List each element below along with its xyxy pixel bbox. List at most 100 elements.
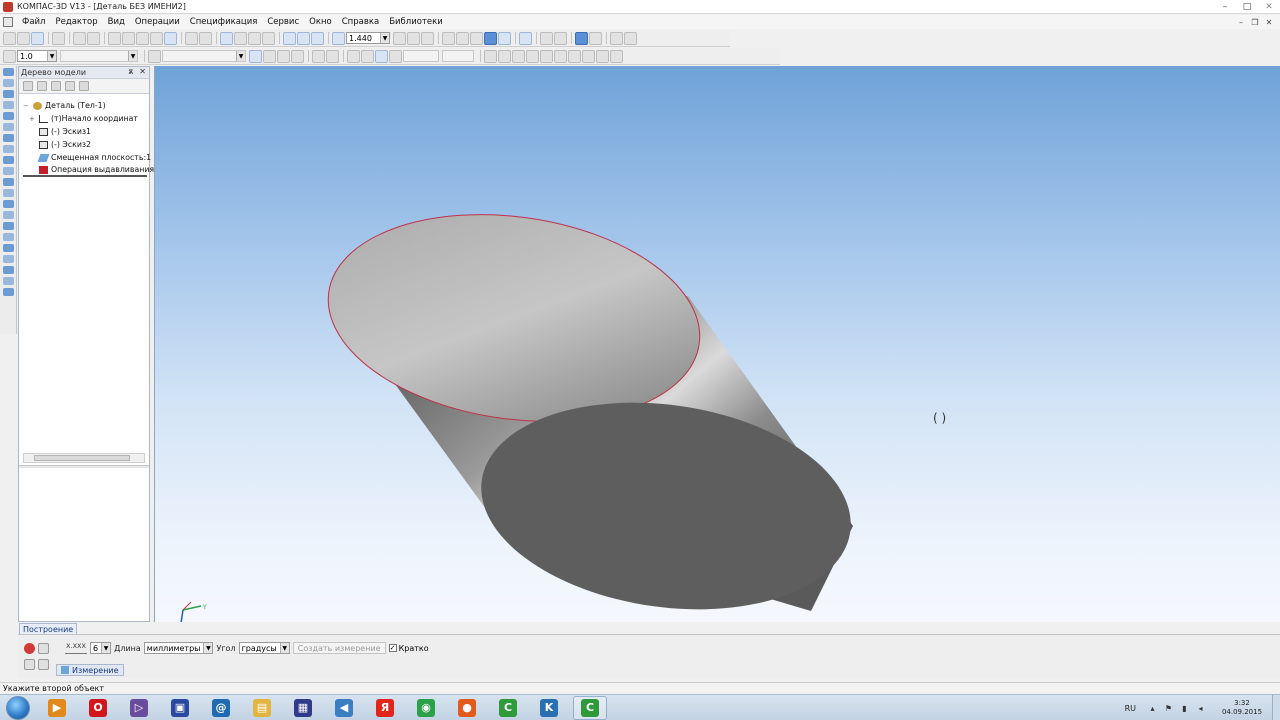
taskbar-app-button[interactable]: ● bbox=[450, 696, 484, 720]
taskbar-app-button[interactable]: Я bbox=[368, 696, 402, 720]
ortho-icon[interactable] bbox=[498, 49, 511, 63]
orientation-plane-icon[interactable] bbox=[249, 49, 262, 63]
menu-service[interactable]: Сервис bbox=[262, 17, 304, 27]
aux-geometry-icon[interactable] bbox=[3, 112, 14, 120]
snap-grid-icon[interactable] bbox=[540, 49, 553, 63]
halftone-edges-icon[interactable] bbox=[498, 31, 511, 45]
panel-divider[interactable] bbox=[19, 465, 149, 468]
menu-view[interactable]: Вид bbox=[103, 17, 130, 27]
taskbar-app-button[interactable]: ◀ bbox=[327, 696, 361, 720]
menu-editor[interactable]: Редактор bbox=[50, 17, 102, 27]
sheet-metal-icon[interactable] bbox=[3, 123, 14, 131]
scrollbar-thumb[interactable] bbox=[34, 455, 130, 461]
menu-operations[interactable]: Операции bbox=[130, 17, 185, 27]
start-button[interactable] bbox=[6, 695, 30, 720]
stop-icon[interactable] bbox=[24, 642, 35, 654]
taskbar-app-button[interactable]: ▤ bbox=[245, 696, 279, 720]
flag-icon[interactable]: ⚑ bbox=[1164, 704, 1173, 713]
thin-lines-icon[interactable] bbox=[470, 31, 483, 45]
coord-x-field[interactable] bbox=[403, 50, 439, 62]
preview-icon[interactable] bbox=[73, 31, 86, 45]
tracking-icon[interactable] bbox=[554, 49, 567, 63]
symbol-icon[interactable] bbox=[375, 49, 388, 63]
hidden-lines-icon[interactable] bbox=[456, 31, 469, 45]
print-icon[interactable] bbox=[52, 31, 65, 45]
menu-specification[interactable]: Спецификация bbox=[185, 17, 263, 27]
tree-node-part[interactable]: − Деталь (Тел-1) bbox=[23, 99, 149, 112]
zoom-dynamic-icon[interactable] bbox=[332, 31, 345, 45]
piping-icon[interactable] bbox=[3, 222, 14, 230]
taskbar-app-button[interactable]: @ bbox=[204, 696, 238, 720]
grid-icon[interactable] bbox=[610, 31, 623, 45]
menu-help[interactable]: Справка bbox=[337, 17, 384, 27]
measure-tools-icon[interactable] bbox=[3, 178, 14, 186]
save-icon[interactable] bbox=[31, 31, 44, 45]
reports-icon[interactable] bbox=[3, 156, 14, 164]
taskbar-app-button[interactable]: ▷ bbox=[122, 696, 156, 720]
surfaces-icon[interactable] bbox=[3, 90, 14, 98]
chevron-down-icon[interactable]: ▼ bbox=[380, 33, 389, 43]
layer-icon[interactable] bbox=[148, 49, 161, 63]
taskbar-app-button[interactable]: ▦ bbox=[286, 696, 320, 720]
tree-fix-icon[interactable] bbox=[51, 81, 61, 91]
edit-part-icon[interactable] bbox=[3, 68, 14, 76]
tree-horizontal-scrollbar[interactable] bbox=[23, 453, 145, 463]
doc-minimize-button[interactable]: – bbox=[1234, 18, 1248, 27]
plane-icon[interactable] bbox=[263, 49, 276, 63]
chevron-down-icon[interactable]: ▼ bbox=[203, 643, 213, 653]
style-combo[interactable]: ▼ bbox=[60, 50, 138, 62]
taskbar-app-button[interactable]: ▶ bbox=[40, 696, 74, 720]
step-combo[interactable]: 1.0 ▼ bbox=[17, 50, 57, 62]
manager-icon[interactable] bbox=[220, 31, 233, 45]
model-canvas[interactable]: ( ) Y bbox=[155, 66, 1280, 632]
expand-icon[interactable]: + bbox=[29, 115, 37, 123]
close-icon[interactable]: ✕ bbox=[139, 67, 146, 76]
help-pointer-icon[interactable] bbox=[262, 31, 275, 45]
arrays-icon[interactable] bbox=[3, 101, 14, 109]
chevron-down-icon[interactable]: ▼ bbox=[128, 51, 137, 61]
redraw-icon[interactable] bbox=[624, 31, 637, 45]
welding-icon[interactable] bbox=[3, 266, 14, 274]
tree-node-origin[interactable]: + (т)Начало координат bbox=[23, 112, 149, 125]
orientation-icon[interactable] bbox=[421, 31, 434, 45]
mirror-icon[interactable] bbox=[582, 49, 595, 63]
coord-y-field[interactable] bbox=[442, 50, 474, 62]
create-measurement-button[interactable]: Создать измерение bbox=[292, 642, 386, 654]
rotate-icon[interactable] bbox=[407, 31, 420, 45]
collapse-icon[interactable]: − bbox=[23, 102, 31, 110]
zoom-out-icon[interactable] bbox=[311, 31, 324, 45]
taskbar-app-button[interactable]: O bbox=[81, 696, 115, 720]
precision-combo[interactable]: 6 ▼ bbox=[90, 642, 112, 654]
paste-icon[interactable] bbox=[136, 31, 149, 45]
model-viewport[interactable]: ( ) Y bbox=[154, 66, 1280, 632]
maximize-button[interactable]: □ bbox=[1236, 0, 1258, 14]
chevron-down-icon[interactable]: ▼ bbox=[101, 643, 111, 653]
chain-icon[interactable] bbox=[526, 49, 539, 63]
tree-node-sketch1[interactable]: (-) Эскиз1 bbox=[23, 125, 149, 138]
measure-tab[interactable]: Измерение bbox=[56, 664, 124, 676]
specification-icon[interactable] bbox=[3, 145, 14, 153]
new-file-icon[interactable] bbox=[3, 31, 16, 45]
tray-expand-icon[interactable]: ▴ bbox=[1148, 704, 1157, 713]
chevron-down-icon[interactable]: ▼ bbox=[236, 51, 245, 61]
taskbar-app-button[interactable]: K bbox=[532, 696, 566, 720]
align-icon[interactable] bbox=[326, 49, 339, 63]
volume-icon[interactable]: ◂ bbox=[1196, 704, 1205, 713]
taskbar-app-button[interactable]: ▣ bbox=[163, 696, 197, 720]
halftone-icon[interactable] bbox=[484, 31, 497, 45]
tree-order-icon[interactable] bbox=[23, 81, 33, 91]
library-icon[interactable] bbox=[164, 31, 177, 45]
tree-node-offset-plane[interactable]: Смещенная плоскость:1 bbox=[23, 151, 151, 164]
taskbar-app-button[interactable]: C bbox=[491, 696, 525, 720]
panel-toggle-icon[interactable] bbox=[38, 642, 49, 654]
clock[interactable]: 3:32 04.09.2015 bbox=[1212, 699, 1272, 717]
angle-icon[interactable] bbox=[361, 49, 374, 63]
library-tools-icon[interactable] bbox=[3, 200, 14, 208]
wireframe-icon[interactable] bbox=[442, 31, 455, 45]
section-icon[interactable] bbox=[575, 31, 588, 45]
local-cs-icon[interactable] bbox=[484, 49, 497, 63]
tools-icon[interactable] bbox=[3, 288, 14, 296]
step-icon[interactable] bbox=[3, 49, 16, 63]
undo-icon[interactable] bbox=[185, 31, 198, 45]
cut-icon[interactable] bbox=[108, 31, 121, 45]
